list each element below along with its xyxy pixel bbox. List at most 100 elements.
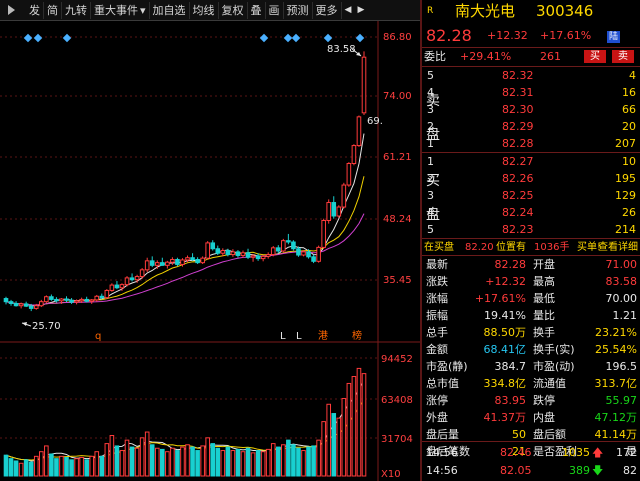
candle-body <box>23 303 29 307</box>
candle-body <box>356 116 362 147</box>
tb-forecast-button[interactable]: 预测 <box>284 1 313 19</box>
candle-body <box>64 298 69 301</box>
tb-overlay-button[interactable]: 叠 <box>248 1 266 19</box>
tb-add-watchlist-button[interactable]: 加自选 <box>150 1 190 19</box>
candle-body <box>49 296 54 300</box>
view-details-link[interactable]: 查看详细 <box>598 239 638 256</box>
stat-value: 71.00 <box>605 258 638 271</box>
tb-ma-button[interactable]: 均线 <box>190 1 219 19</box>
tb-draw-button[interactable]: 画 <box>266 1 284 19</box>
stat-label: 外盘 <box>426 411 448 424</box>
volume-tick: 31704 <box>381 434 413 445</box>
candle-body <box>149 260 155 266</box>
max-price-label: 83.58 <box>327 44 356 55</box>
ask-row[interactable]: 1 82.28 207 <box>422 135 640 152</box>
tb-fa-button[interactable]: 发 <box>26 1 44 19</box>
candle-body <box>99 295 105 299</box>
volume-bar <box>326 403 332 477</box>
price-axis-labels: 86.80 74.00 61.21 48.24 35.45 <box>383 32 412 286</box>
volume-bar <box>74 458 79 477</box>
toolbar-next-icon[interactable]: ▶ <box>354 5 367 15</box>
bid-volume: 10 <box>622 155 636 168</box>
notice-mid: 位置有 <box>496 242 526 253</box>
bid-row[interactable]: 4 82.24 26 <box>422 204 640 221</box>
volume-bar <box>235 448 241 477</box>
ask-row[interactable]: 5 82.32 4 <box>422 67 640 84</box>
tb-major-events-dropdown[interactable]: 重大事件 ▾ <box>91 1 150 19</box>
candle-body <box>230 251 236 256</box>
notice-pre: 在买盘 <box>424 242 454 253</box>
ask-row[interactable]: 4 82.31 16 <box>422 84 640 101</box>
bid-level: 1 <box>427 155 434 168</box>
candle-body <box>139 269 145 278</box>
volume-bar <box>210 443 216 477</box>
stat-value: 41.37万 <box>483 411 527 424</box>
bid-row[interactable]: 3 82.25 129 <box>422 187 640 204</box>
candle-body <box>165 261 170 266</box>
bid-row[interactable]: 5 82.23 214 <box>422 221 640 238</box>
tb-jiuzhuan-button[interactable]: 九转 <box>62 1 91 19</box>
candle-body <box>109 284 115 291</box>
candle-body <box>326 202 332 221</box>
price-tick: 48.24 <box>383 214 412 225</box>
candle-body <box>28 305 34 309</box>
notice-price: 82.20 <box>465 242 494 253</box>
candle-body <box>180 259 185 265</box>
volume-bar <box>89 455 95 477</box>
bid-row[interactable]: 2 82.26 195 <box>422 170 640 187</box>
volume-bar <box>281 444 286 477</box>
weicha-value: 261 <box>540 50 561 63</box>
webi-value: +29.41% <box>460 50 512 63</box>
event-diamond-icon <box>323 33 333 43</box>
sell-button[interactable]: 卖 <box>612 50 634 63</box>
arrow-up-icon: 🡅 <box>592 446 604 459</box>
tb-jian-button[interactable]: 简 <box>44 1 62 19</box>
candle-body <box>160 262 165 266</box>
volume-bar <box>301 450 306 477</box>
buy-button[interactable]: 买 <box>584 50 606 63</box>
tb-more-button[interactable]: 更多 <box>313 1 342 19</box>
tb-adjust-button[interactable]: 复权 <box>219 1 248 19</box>
stat-value: 83.58 <box>605 275 638 288</box>
market-letter: R <box>427 6 434 16</box>
ask-side-label: 卖 <box>426 93 440 109</box>
ask-volume: 66 <box>622 103 636 116</box>
volume-bar <box>109 435 115 477</box>
volume-bar <box>79 456 84 477</box>
volume-bar <box>44 445 49 477</box>
ask-row[interactable]: 3 82.30 66 <box>422 101 640 118</box>
candle-body <box>270 247 276 256</box>
stat-value: 82.28 <box>494 258 527 271</box>
stat-label: 最低 <box>533 292 555 305</box>
candles <box>3 51 367 312</box>
webi-label: 委比 <box>424 50 446 63</box>
candle-body <box>54 298 59 302</box>
toolbar-prev-icon[interactable]: ◀ <box>342 5 355 15</box>
candle-body <box>245 252 251 258</box>
ask-price: 82.31 <box>502 86 534 99</box>
stat-label: 最新 <box>426 258 448 271</box>
volume-bar <box>170 447 175 477</box>
volume-bar <box>23 459 29 477</box>
toolbar-leading-icon[interactable] <box>0 0 26 20</box>
candle-body <box>240 252 246 256</box>
volume-bar <box>3 454 9 477</box>
volume-bar <box>356 367 362 477</box>
stat-label: 涨跌 <box>426 275 448 288</box>
bid-row[interactable]: 1 82.27 10 <box>422 153 640 170</box>
stat-value: +17.61% <box>474 292 526 305</box>
candle-body <box>346 163 352 186</box>
candle-body <box>33 305 39 309</box>
candle-body <box>351 145 357 165</box>
candle-body <box>331 202 337 217</box>
bid-volume: 129 <box>615 189 636 202</box>
webi-row: 委比 +29.41% 261 买 卖 <box>422 48 640 65</box>
bid-price: 82.24 <box>502 206 534 219</box>
volume-bar <box>119 450 125 477</box>
bid-volume: 214 <box>615 223 636 236</box>
kline-chart[interactable]: 86.80 74.00 61.21 48.24 35.45 94452 6340… <box>0 21 420 481</box>
ask-row[interactable]: 2 82.29 20 <box>422 118 640 135</box>
stat-label: 内盘 <box>533 411 555 424</box>
volume-bar <box>336 417 342 477</box>
candle-body <box>336 206 342 217</box>
